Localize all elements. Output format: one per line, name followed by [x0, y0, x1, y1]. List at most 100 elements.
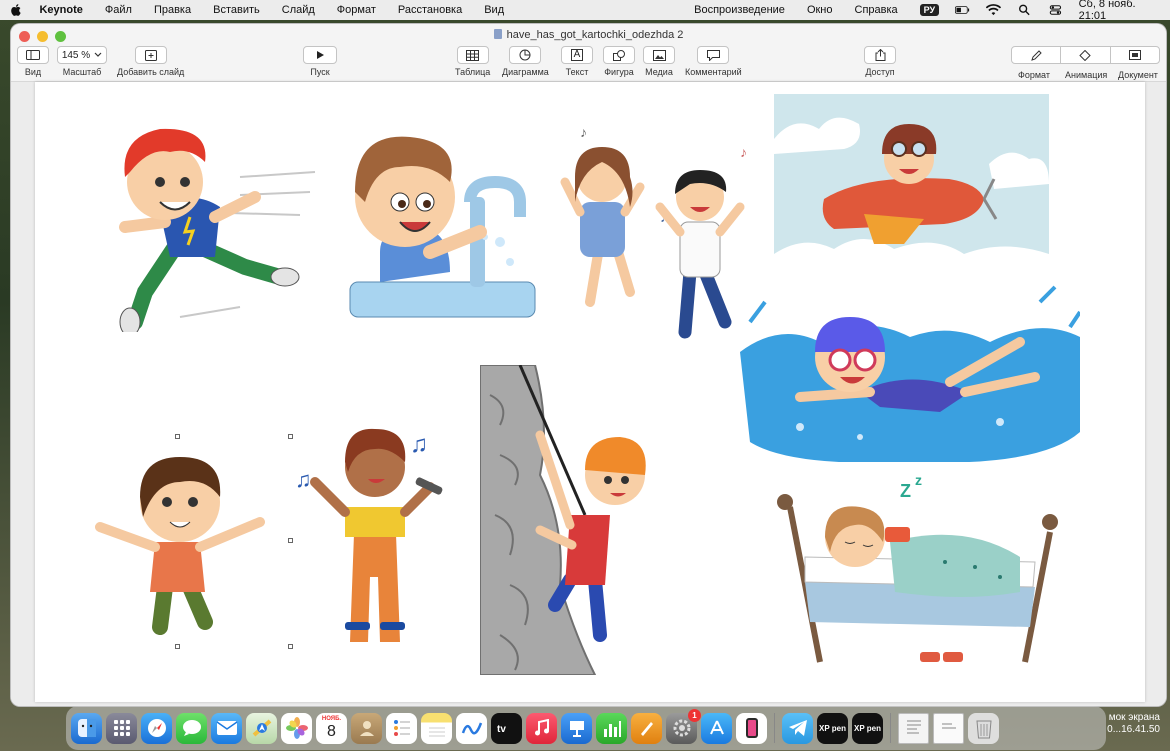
play-button[interactable] [303, 46, 337, 64]
diamond-icon [1079, 49, 1092, 61]
comment-button[interactable] [697, 46, 730, 64]
menu-play[interactable]: Воспроизведение [694, 4, 785, 16]
animate-button[interactable] [1061, 47, 1111, 63]
iphone-mirroring-icon[interactable] [736, 712, 767, 744]
selection-handle[interactable] [175, 434, 180, 439]
share-icon [875, 49, 885, 61]
system-settings-icon[interactable]: 1 [666, 708, 701, 744]
toolbar-play[interactable]: Пуск [303, 46, 337, 77]
flower-icon [285, 717, 308, 739]
photos-icon[interactable] [281, 712, 312, 744]
text-button[interactable]: A [561, 46, 593, 64]
toolbar-table[interactable]: Таблица [455, 46, 490, 77]
pen-icon [640, 722, 653, 736]
apple-icon[interactable] [10, 3, 21, 17]
bar-chart-icon [603, 721, 621, 737]
chart-icon [519, 49, 531, 61]
toolbar-chart[interactable]: Диаграмма [502, 46, 549, 77]
singing-boy-image[interactable]: ♫ ♫ [290, 407, 460, 652]
launchpad-icon[interactable] [106, 712, 137, 744]
rock-climbing-boy-image[interactable] [480, 365, 670, 675]
comment-icon [706, 49, 720, 61]
telegram-icon[interactable] [782, 712, 813, 744]
maps-icon[interactable] [246, 712, 277, 744]
slide-canvas[interactable]: ♪♪♪ [11, 82, 1166, 706]
swimming-girl-image[interactable] [740, 282, 1080, 462]
pages-icon[interactable] [631, 712, 662, 744]
menu-view[interactable]: Вид [484, 4, 504, 16]
reminders-icon[interactable] [386, 712, 417, 744]
menu-slide[interactable]: Слайд [282, 4, 315, 16]
toolbar-add-slide[interactable]: Добавить слайд [117, 46, 184, 77]
mail-icon[interactable] [211, 712, 242, 744]
safari-icon[interactable] [141, 712, 172, 744]
document-title-text: have_has_got_kartochki_odezhda 2 [506, 29, 684, 41]
text-icon: A [570, 49, 584, 61]
contacts-icon[interactable] [351, 712, 382, 744]
trash-icon[interactable] [968, 712, 999, 744]
freeform-icon[interactable] [456, 712, 487, 744]
music-icon[interactable] [526, 712, 557, 744]
zoom-select[interactable]: 145 % [57, 46, 107, 64]
wifi-icon[interactable] [986, 4, 1001, 16]
menu-insert[interactable]: Вставить [213, 4, 260, 16]
app-store-icon[interactable] [701, 712, 732, 744]
xp-pen-app-icon[interactable]: XP pen [852, 712, 883, 744]
menu-app-keynote[interactable]: Keynote [39, 4, 82, 16]
menu-edit[interactable]: Правка [154, 4, 191, 16]
apple-tv-icon[interactable]: tv [491, 712, 522, 744]
battery-icon[interactable] [955, 4, 970, 16]
recent-document-icon[interactable] [898, 712, 929, 744]
input-language-indicator[interactable]: РУ [919, 4, 940, 16]
toolbar-media[interactable]: Медиа [643, 46, 675, 77]
table-icon [466, 49, 480, 61]
menu-arrange[interactable]: Расстановка [398, 4, 462, 16]
keynote-icon[interactable] [561, 712, 592, 744]
toolbar-zoom[interactable]: 145 % Масштаб [57, 46, 107, 77]
toolbar-text[interactable]: A Текст [561, 46, 593, 77]
recent-document-icon[interactable] [933, 712, 964, 744]
jumping-boy-image[interactable] [95, 437, 270, 647]
play-label: Пуск [310, 67, 330, 77]
calendar-icon[interactable]: НОЯБ. 8 [316, 712, 347, 744]
menu-file[interactable]: Файл [105, 4, 132, 16]
table-label: Таблица [455, 67, 491, 77]
boy-washing-hands-image[interactable] [320, 122, 540, 322]
format-button[interactable] [1012, 47, 1062, 63]
slide[interactable]: ♪♪♪ [35, 82, 1145, 702]
add-slide-button[interactable] [134, 46, 167, 64]
control-center-icon[interactable] [1048, 4, 1063, 16]
selection-handle[interactable] [175, 644, 180, 649]
pilot-airplane-image[interactable] [774, 94, 1049, 269]
toolbar-shape[interactable]: Фигура [603, 46, 635, 77]
toolbar-view[interactable]: Вид [17, 46, 49, 77]
finder-icon[interactable] [71, 712, 102, 744]
search-icon[interactable] [1017, 4, 1032, 16]
notes-icon[interactable] [421, 712, 452, 744]
text-label: Текст [565, 67, 589, 77]
xp-pen-app-icon[interactable]: XP pen [817, 712, 848, 744]
sleeping-child-image[interactable]: Z z [765, 467, 1065, 672]
share-label: Доступ [865, 67, 895, 77]
menu-help[interactable]: Справка [855, 4, 898, 16]
toolbar-comment[interactable]: Комментарий [685, 46, 742, 77]
messages-icon[interactable] [176, 712, 207, 744]
document-button[interactable] [1111, 47, 1159, 63]
share-button[interactable] [864, 46, 896, 64]
screenshot-thumbnail-label[interactable]: мок экрана 0...16.41.50 [1107, 712, 1160, 736]
toolbar-share[interactable]: Доступ [864, 46, 896, 77]
document-title[interactable]: have_has_got_kartochki_odezhda 2 [11, 29, 1166, 41]
numbers-icon[interactable] [596, 712, 627, 744]
table-button[interactable] [456, 46, 489, 64]
paintbrush-icon [1030, 49, 1042, 61]
view-button[interactable] [17, 46, 49, 64]
shape-button[interactable] [603, 46, 635, 64]
menu-clock[interactable]: Сб, 8 нояб. 21:01 [1079, 0, 1160, 22]
chart-button[interactable] [509, 46, 542, 64]
menu-format[interactable]: Формат [337, 4, 376, 16]
running-boy-image[interactable] [90, 117, 320, 332]
envelope-icon [216, 721, 237, 735]
media-button[interactable] [643, 46, 675, 64]
dancing-kids-image[interactable]: ♪♪♪ [540, 122, 760, 342]
menu-window[interactable]: Окно [807, 4, 833, 16]
